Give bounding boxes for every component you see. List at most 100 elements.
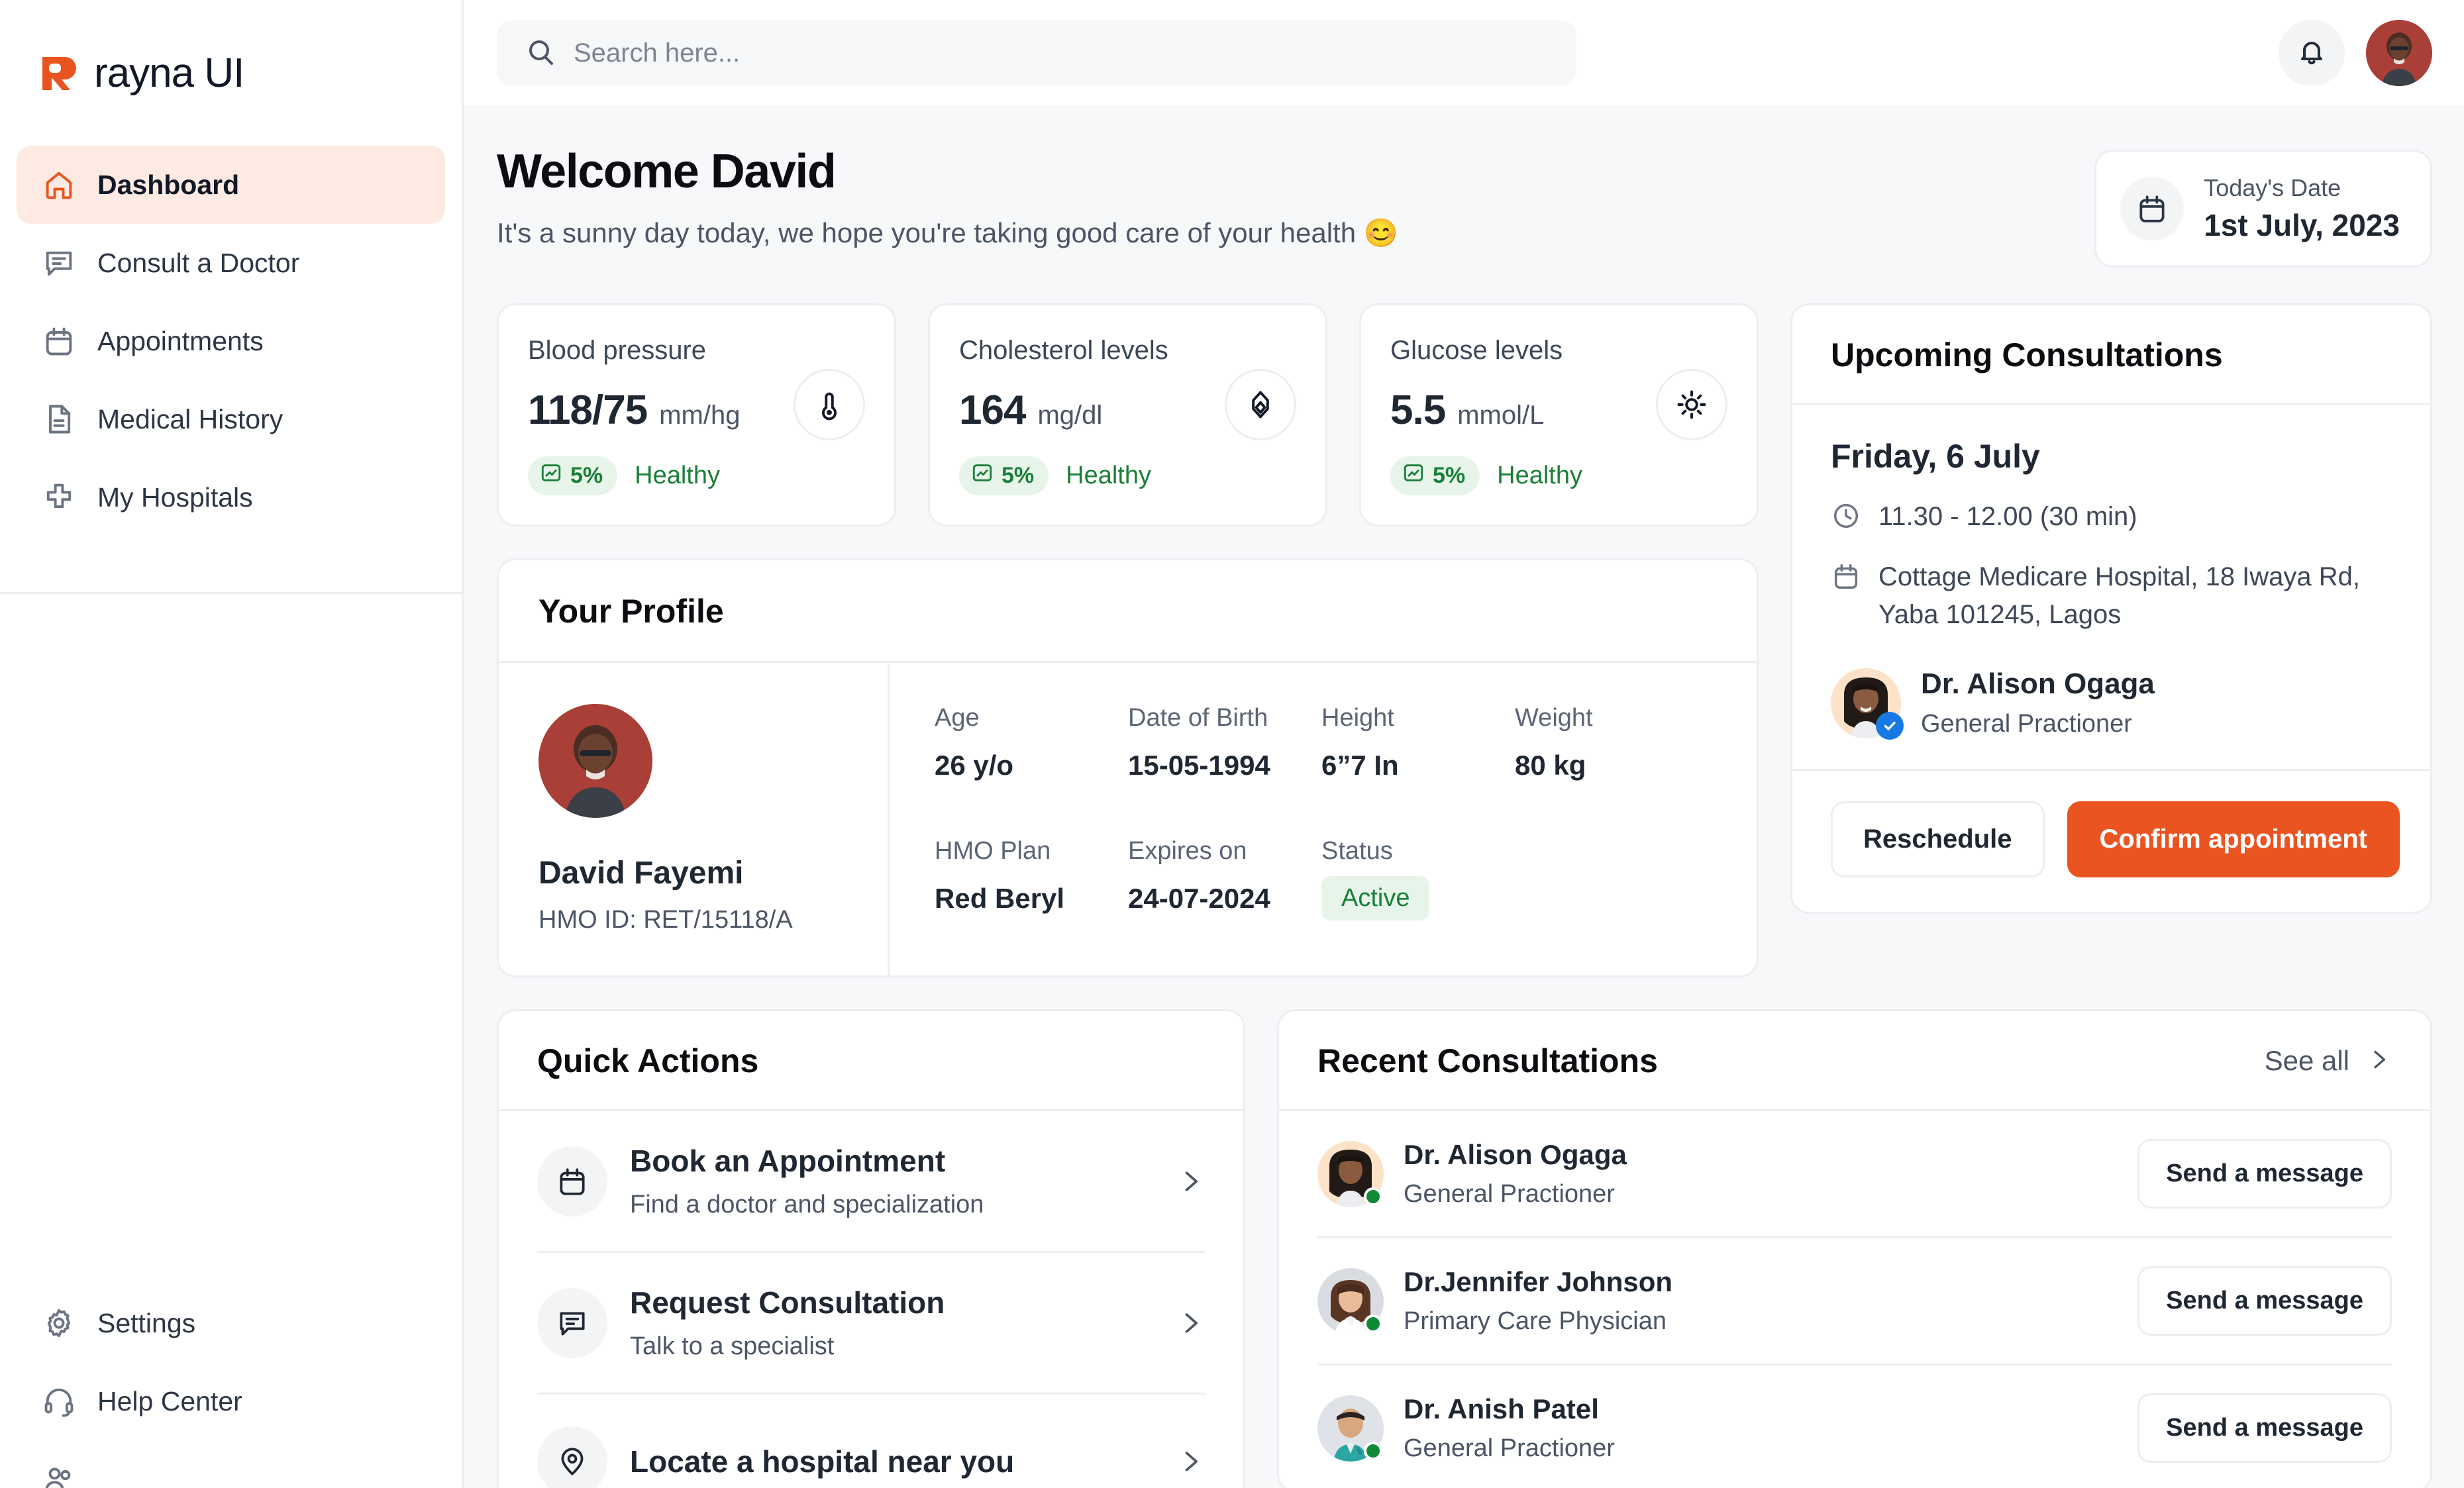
search-bar[interactable] — [497, 21, 1576, 85]
sidebar-nav-bottom: Settings Help Center — [17, 1284, 445, 1488]
sidebar-item-medical-history[interactable]: Medical History — [17, 380, 445, 458]
search-icon — [525, 36, 556, 71]
chevron-right-icon — [1176, 1447, 1205, 1476]
search-input[interactable] — [574, 38, 1549, 68]
sidebar-item-label: Help Center — [97, 1385, 242, 1416]
list-item: Dr. Alison Ogaga General Practioner Send… — [1317, 1111, 2392, 1236]
sidebar-item-my-hospitals[interactable]: My Hospitals — [17, 458, 445, 536]
metric-title: Blood pressure — [528, 336, 707, 365]
metric-unit: mm/hg — [659, 401, 741, 430]
appointment-time-row: 11.30 - 12.00 (30 min) — [1831, 498, 2392, 536]
quick-action-title: Book an Appointment — [630, 1144, 946, 1178]
doctor-avatar-wrap — [1317, 1395, 1384, 1462]
health-metrics: Blood pressure 118/75 mm/hg 5% Healthy C… — [497, 303, 1759, 526]
doctor-role: General Practioner — [1404, 1434, 1615, 1462]
todays-date-value: 1st July, 2023 — [2204, 208, 2400, 242]
field-label: Date of Birth — [1128, 704, 1268, 732]
see-all-button[interactable]: See all — [2265, 1045, 2392, 1077]
welcome-text: Welcome David It's a sunny day today, we… — [497, 144, 1398, 250]
metric-change: 5% — [1001, 463, 1035, 488]
sidebar-item-dashboard[interactable]: Dashboard — [17, 146, 445, 224]
metric-title: Cholesterol levels — [959, 336, 1168, 365]
page-title: Welcome David — [497, 145, 837, 198]
upcoming-body: Friday, 6 July 11.30 - 12.00 (30 min) Co… — [1792, 405, 2430, 771]
quick-action-book-an-appointment[interactable]: Book an Appointment Find a doctor and sp… — [537, 1111, 1205, 1251]
quick-action-request-consultation[interactable]: Request Consultation Talk to a specialis… — [537, 1251, 1205, 1393]
sidebar-divider — [0, 592, 462, 594]
metric-card-cholesterol: Cholesterol levels 164 mg/dl 5% Healthy — [928, 303, 1327, 526]
profile-field-height: Height 6”7 In — [1321, 704, 1515, 781]
app-logo[interactable]: rayna UI — [0, 0, 462, 95]
reschedule-button[interactable]: Reschedule — [1831, 801, 2045, 878]
field-value: 6”7 In — [1321, 750, 1399, 781]
sidebar-item-settings[interactable]: Settings — [17, 1284, 445, 1362]
doctor-name: Dr. Alison Ogaga — [1921, 668, 2155, 701]
send-a-message-button[interactable]: Send a message — [2137, 1139, 2392, 1209]
field-label: Status — [1321, 837, 1393, 865]
metric-status: Healthy — [1066, 462, 1151, 489]
left-column: Blood pressure 118/75 mm/hg 5% Healthy C… — [497, 303, 1759, 977]
doctor-avatar-wrap — [1317, 1140, 1384, 1207]
sidebar-item-label: My Hospitals — [97, 481, 253, 513]
field-label: Weight — [1515, 704, 1593, 732]
sidebar-item-partial[interactable] — [17, 1440, 445, 1488]
send-a-message-button[interactable]: Send a message — [2137, 1266, 2392, 1336]
upcoming-actions: Reschedule Confirm appointment — [1792, 771, 2430, 912]
doctor-name: Dr. Alison Ogaga — [1404, 1139, 1627, 1170]
cholesterol-icon — [1225, 369, 1296, 440]
trend-up-icon — [540, 462, 562, 490]
sidebar-item-label: Settings — [97, 1307, 196, 1338]
field-value: 15-05-1994 — [1128, 750, 1270, 781]
top-bar-actions — [2279, 20, 2432, 86]
metric-unit: mg/dl — [1037, 401, 1103, 430]
hospital-cross-icon — [42, 480, 76, 515]
profile-field-row: HMO Plan Red Beryl Expires on 24-07-2024… — [935, 837, 1717, 920]
confirm-appointment-button[interactable]: Confirm appointment — [2067, 801, 2400, 878]
profile-field-status: Status Active — [1321, 837, 1515, 920]
appointment-location: Cottage Medicare Hospital, 18 Iwaya Rd, … — [1878, 562, 2361, 629]
see-all-label: See all — [2264, 1045, 2349, 1076]
doctor-info: Dr. Anish Patel General Practioner — [1404, 1393, 1615, 1463]
quick-actions-list: Book an Appointment Find a doctor and sp… — [499, 1111, 1243, 1488]
chevron-right-icon — [2365, 1046, 2392, 1076]
quick-action-subtitle: Talk to a specialist — [630, 1332, 835, 1360]
field-label: Height — [1321, 704, 1394, 732]
list-item: Dr. Anish Patel General Practioner Send … — [1317, 1364, 2392, 1488]
metric-value: 118/75 — [528, 387, 648, 433]
doctor-avatar-wrap — [1831, 668, 1904, 740]
metrics-and-upcoming: Blood pressure 118/75 mm/hg 5% Healthy C… — [497, 303, 2432, 977]
welcome-subtitle: It's a sunny day today, we hope you're t… — [497, 217, 1399, 248]
quick-actions-card: Quick Actions Book an Appointment Find a… — [497, 1009, 1245, 1488]
dashboard-content: Welcome David It's a sunny day today, we… — [464, 106, 2464, 1488]
user-avatar[interactable] — [2366, 20, 2432, 86]
thermometer-icon — [794, 369, 865, 440]
send-a-message-button[interactable]: Send a message — [2137, 1393, 2392, 1463]
quick-action-text: Locate a hospital near you — [630, 1444, 1153, 1479]
profile-card-body: David Fayemi HMO ID: RET/15118/A Age 26 … — [499, 663, 1757, 975]
list-item: Dr.Jennifer Johnson Primary Care Physici… — [1317, 1236, 2392, 1364]
verified-badge-icon — [1876, 711, 1904, 740]
quick-action-locate-a-hospital[interactable]: Locate a hospital near you — [537, 1393, 1205, 1488]
sidebar-item-appointments[interactable]: Appointments — [17, 302, 445, 380]
rayna-logo-mark-icon — [38, 52, 82, 95]
calendar-icon — [2120, 177, 2184, 240]
trend-up-icon — [971, 462, 994, 490]
recent-consultations-header: Recent Consultations See all — [1279, 1011, 2430, 1111]
app-logo-text: rayna UI — [94, 50, 244, 96]
doctor-name: Dr. Anish Patel — [1404, 1393, 1599, 1424]
quick-action-text: Book an Appointment Find a doctor and sp… — [630, 1143, 1153, 1219]
doctor-info: Dr.Jennifer Johnson Primary Care Physici… — [1404, 1266, 1672, 1336]
doctor-avatar-wrap — [1317, 1267, 1384, 1334]
recent-consultations-list: Dr. Alison Ogaga General Practioner Send… — [1279, 1111, 2430, 1488]
recent-consultations-card: Recent Consultations See all Dr. Alison … — [1277, 1009, 2432, 1488]
profile-hmo-id: HMO ID: RET/15118/A — [539, 906, 793, 934]
appointment-day: Friday, 6 July — [1831, 438, 2040, 475]
metric-change: 5% — [1433, 463, 1466, 488]
sidebar-item-consult-a-doctor[interactable]: Consult a Doctor — [17, 224, 445, 302]
notifications-button[interactable] — [2279, 20, 2345, 86]
field-label: Age — [935, 704, 980, 732]
sidebar-item-help-center[interactable]: Help Center — [17, 1362, 445, 1440]
chevron-right-icon — [1176, 1309, 1205, 1338]
home-icon — [42, 168, 76, 202]
document-icon — [42, 402, 76, 436]
